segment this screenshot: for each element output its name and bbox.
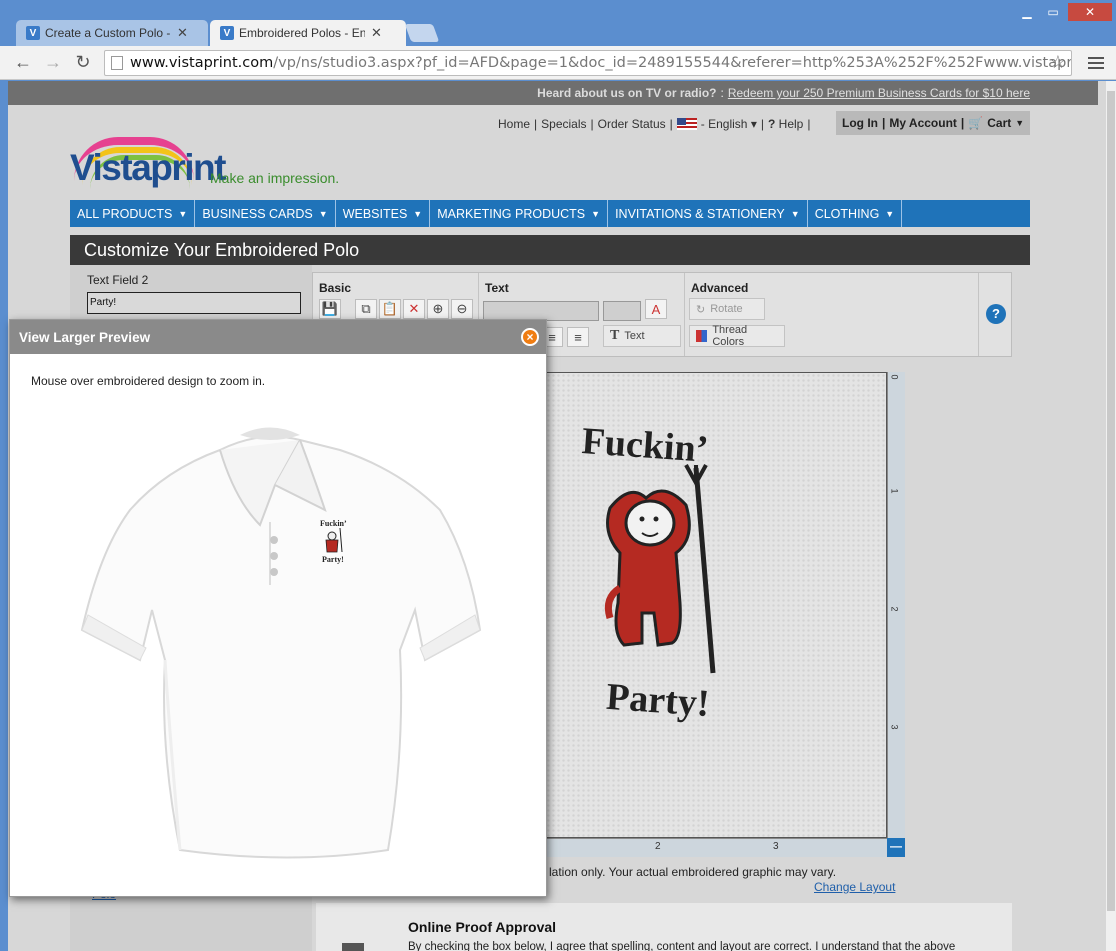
vistaprint-logo[interactable]: Vistaprint Make an impression. xyxy=(70,133,370,195)
help-link[interactable]: ? Help xyxy=(768,117,803,131)
zoom-in-icon[interactable]: ⊕ xyxy=(427,299,449,319)
account-bar: Log In | My Account | 🛒 Cart ▼ xyxy=(836,111,1030,135)
text-button[interactable]: T Text xyxy=(603,325,681,347)
delete-icon[interactable]: ✕ xyxy=(403,299,425,319)
copy-icon[interactable]: ⧉ xyxy=(355,299,377,319)
save-icon[interactable]: 💾 xyxy=(319,299,341,319)
chevron-down-icon: ▼ xyxy=(1015,118,1025,128)
main-nav: ALL PRODUCTS ▼ BUSINESS CARDS ▼ WEBSITES ▼ … xyxy=(70,200,1030,227)
logo-word: Vistaprint xyxy=(70,147,226,188)
tab-close-icon[interactable]: ✕ xyxy=(371,25,382,41)
tab-create-custom-polo[interactable]: V Create a Custom Polo - En ✕ xyxy=(16,20,208,46)
minimize-button[interactable]: ▁ xyxy=(1016,3,1038,21)
text-field-label: Text Field 2 xyxy=(87,273,149,287)
palette-icon xyxy=(696,330,708,342)
new-tab-button[interactable] xyxy=(404,24,440,42)
disclaimer-text: lation only. Your actual embroidered gra… xyxy=(549,865,837,879)
scrollbar-thumb[interactable] xyxy=(1107,91,1115,911)
advanced-section: Advanced ↻ Rotate Thread Colors xyxy=(685,273,979,356)
rotate-icon: ↻ xyxy=(696,303,706,316)
tab-title: Create a Custom Polo - En xyxy=(45,26,171,40)
shirt-text-bottom: Party! xyxy=(322,555,344,564)
cart-icon[interactable]: 🛒 xyxy=(968,116,983,130)
size-dropdown[interactable] xyxy=(603,301,641,321)
polo-shirt-preview[interactable]: Fuckin’ Party! xyxy=(70,410,490,860)
proof-title: Online Proof Approval xyxy=(408,919,557,935)
horizontal-ruler: 2 3 xyxy=(545,838,887,857)
vistaprint-favicon-icon: V xyxy=(220,26,234,40)
modal-title: View Larger Preview xyxy=(10,320,546,354)
rotate-button[interactable]: ↻ Rotate xyxy=(689,298,765,320)
proof-icon xyxy=(342,943,364,951)
back-arrow-icon[interactable]: ← xyxy=(12,52,34,73)
tab-title: Embroidered Polos - Enter xyxy=(239,26,365,40)
cart-link[interactable]: Cart xyxy=(987,116,1011,130)
tab-close-icon[interactable]: ✕ xyxy=(177,25,188,41)
url-path: /vp/ns/studio3.aspx?pf_id=AFD&page=1&doc… xyxy=(273,55,1072,71)
nav-all-products[interactable]: ALL PRODUCTS ▼ xyxy=(70,200,196,227)
ruler-zoom-button[interactable]: — xyxy=(887,838,905,857)
bookmark-star-icon[interactable]: ☆ xyxy=(1050,52,1066,73)
nav-marketing-products[interactable]: MARKETING PRODUCTS ▼ xyxy=(430,200,609,227)
address-bar[interactable]: www.vistaprint.com/vp/ns/studio3.aspx?pf… xyxy=(104,50,1072,76)
reload-icon[interactable]: ↻ xyxy=(72,52,94,73)
page-title: Customize Your Embroidered Polo xyxy=(70,235,1030,265)
nav-clothing[interactable]: CLOTHING ▼ xyxy=(808,200,903,227)
language-selector[interactable]: - English ▾ xyxy=(701,117,757,131)
vistaprint-favicon-icon: V xyxy=(26,26,40,40)
promo-lead: Heard about us on TV or radio? xyxy=(537,86,717,100)
zoom-out-icon[interactable]: ⊖ xyxy=(451,299,473,319)
us-flag-icon xyxy=(676,118,697,130)
text-field-input[interactable]: Party! xyxy=(87,292,301,314)
proof-text: By checking the box below, I agree that … xyxy=(408,941,956,951)
order-status-link[interactable]: Order Status xyxy=(598,117,666,131)
vertical-ruler: 0 1 2 3 xyxy=(887,372,905,838)
promo-bar: Heard about us on TV or radio? : Redeem … xyxy=(8,81,1098,105)
page-scrollbar[interactable] xyxy=(1106,81,1116,951)
help-icon[interactable]: ? xyxy=(986,304,1006,324)
forward-arrow-icon[interactable]: → xyxy=(42,52,64,73)
browser-titlebar: V Create a Custom Polo - En ✕ V Embroide… xyxy=(0,0,1116,46)
modal-instruction: Mouse over embroidered design to zoom in… xyxy=(31,374,266,388)
font-dropdown[interactable] xyxy=(483,301,599,321)
login-link[interactable]: Log In xyxy=(842,116,878,130)
paste-icon[interactable]: 📋 xyxy=(379,299,401,319)
modal-close-button[interactable]: × xyxy=(521,328,539,346)
promo-link[interactable]: Redeem your 250 Premium Business Cards f… xyxy=(728,86,1030,100)
chrome-menu-icon[interactable] xyxy=(1088,54,1104,72)
thread-colors-button[interactable]: Thread Colors xyxy=(689,324,785,348)
shirt-text-top: Fuckin’ xyxy=(320,519,347,528)
devil-figure xyxy=(604,464,716,674)
logo-tagline: Make an impression. xyxy=(210,170,340,186)
home-link[interactable]: Home xyxy=(498,117,530,131)
url-domain: www.vistaprint.com xyxy=(130,55,274,71)
design-canvas[interactable]: Fuckin’ Party! xyxy=(545,372,887,838)
nav-business-cards[interactable]: BUSINESS CARDS ▼ xyxy=(195,200,336,227)
browser-toolbar: ← → ↻ www.vistaprint.com/vp/ns/studio3.a… xyxy=(0,46,1116,80)
specials-link[interactable]: Specials xyxy=(541,117,586,131)
change-layout-link[interactable]: Change Layout xyxy=(814,880,895,894)
nav-websites[interactable]: WEBSITES ▼ xyxy=(336,200,431,227)
font-color-icon[interactable]: A xyxy=(645,299,667,319)
page-icon xyxy=(111,56,123,70)
design-top-text: Fuckin’ xyxy=(580,420,709,471)
basic-heading: Basic xyxy=(319,281,352,295)
tab-embroidered-polos[interactable]: V Embroidered Polos - Enter ✕ xyxy=(210,20,406,46)
align-right-icon[interactable]: ≡ xyxy=(567,327,589,347)
my-account-link[interactable]: My Account xyxy=(889,116,957,130)
maximize-button[interactable]: ▭ xyxy=(1042,3,1064,21)
close-window-button[interactable]: ✕ xyxy=(1068,3,1112,21)
advanced-heading: Advanced xyxy=(691,281,749,295)
text-heading: Text xyxy=(485,281,509,295)
utility-nav: Home | Specials | Order Status | - English … xyxy=(498,117,811,131)
design-bottom-text: Party! xyxy=(605,676,711,725)
larger-preview-modal: View Larger Preview × Mouse over embroid… xyxy=(9,319,547,897)
nav-invitations-stationery[interactable]: INVITATIONS & STATIONERY ▼ xyxy=(608,200,808,227)
